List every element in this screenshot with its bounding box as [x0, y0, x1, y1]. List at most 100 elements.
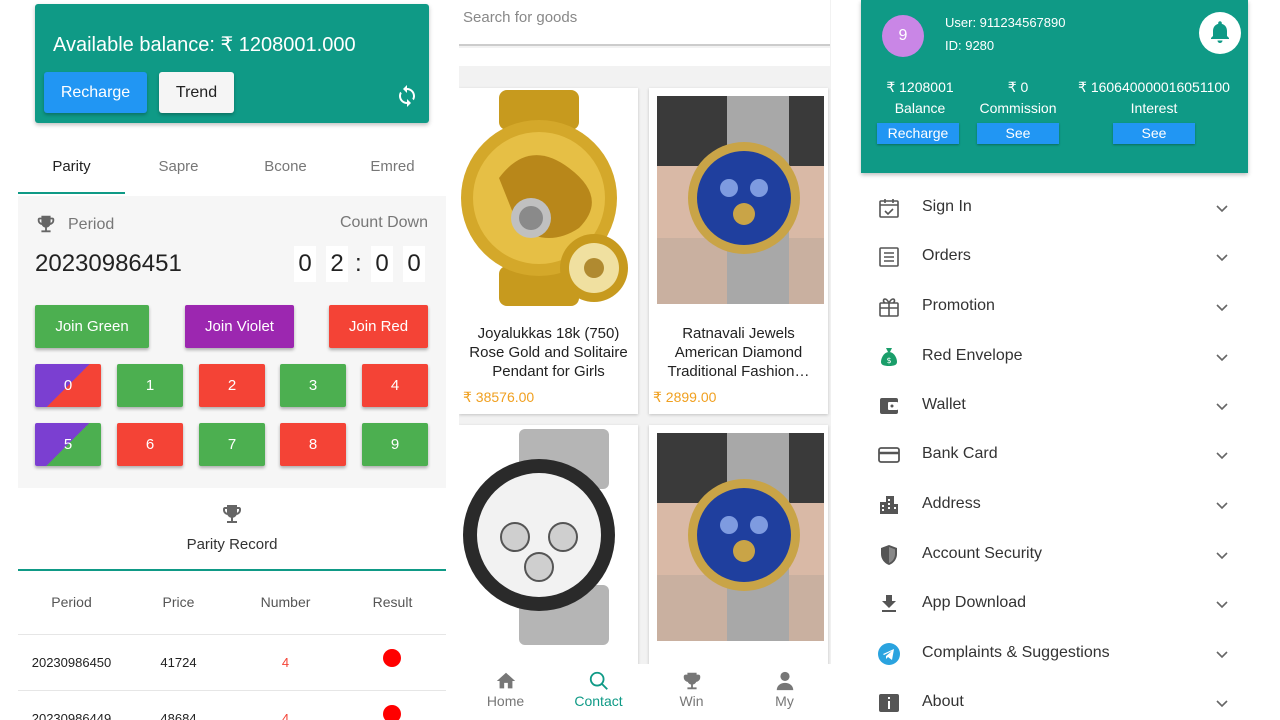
- menu-label: Bank Card: [922, 445, 998, 462]
- number-button-1[interactable]: 1: [117, 364, 183, 407]
- number-button-7[interactable]: 7: [199, 423, 265, 466]
- parity-record-title: Parity Record: [186, 536, 278, 553]
- profile-panel: 9 User: 911234567890 ID: 9280 ₹ 1208001 …: [861, 0, 1248, 720]
- nav-label: Home: [486, 693, 525, 709]
- number-button-4[interactable]: 4: [362, 364, 428, 407]
- bell-icon: [1211, 21, 1229, 43]
- countdown-colon: :: [355, 250, 362, 277]
- trophy-icon: [37, 215, 55, 233]
- calendar-check-icon: [879, 199, 899, 218]
- trend-button[interactable]: Trend: [159, 72, 234, 113]
- menu-label: Sign In: [922, 198, 972, 215]
- countdown-digit: 2: [326, 246, 348, 282]
- menu-item-red-envelope[interactable]: $ Red Envelope: [861, 333, 1248, 381]
- tab-parity[interactable]: Parity: [18, 148, 125, 194]
- number-button-6[interactable]: 6: [117, 423, 183, 466]
- person-icon: [776, 671, 793, 691]
- number-button-0[interactable]: 0: [35, 364, 101, 407]
- join-violet-button[interactable]: Join Violet: [185, 305, 294, 348]
- list-icon: [879, 247, 899, 267]
- record-price: 48684: [160, 711, 197, 720]
- join-green-button[interactable]: Join Green: [35, 305, 149, 348]
- silver-watch-image: [459, 425, 638, 647]
- avatar[interactable]: 9: [882, 15, 924, 57]
- stat-value: ₹ 160640000016051100: [1078, 79, 1230, 95]
- period-label: Period: [68, 216, 115, 233]
- menu-item-account-security[interactable]: Account Security: [861, 531, 1248, 579]
- number-button-9[interactable]: 9: [362, 423, 428, 466]
- number-button-2[interactable]: 2: [199, 364, 265, 407]
- stat-label: Commission: [979, 100, 1057, 116]
- bottom-navigation: Home Contact Win My: [459, 664, 831, 720]
- column-header: Number: [260, 594, 311, 610]
- chevron-down-icon: [1216, 403, 1228, 411]
- search-input[interactable]: Search for goods: [459, 0, 830, 46]
- stat-balance: ₹ 1208001 Balance: [872, 78, 968, 120]
- menu-item-complaints[interactable]: Complaints & Suggestions: [861, 630, 1248, 678]
- commission-see-button[interactable]: See: [977, 123, 1059, 144]
- join-red-button[interactable]: Join Red: [329, 305, 428, 348]
- recharge-button[interactable]: Recharge: [44, 72, 147, 113]
- wallet-icon: [880, 398, 898, 414]
- product-price: ₹ 2899.00: [653, 389, 717, 405]
- product-card[interactable]: [649, 425, 828, 665]
- user-phone: User: 911234567890: [945, 15, 1066, 30]
- chevron-down-icon: [1216, 601, 1228, 609]
- tab-emred[interactable]: Emred: [339, 148, 446, 194]
- menu-label: Orders: [922, 247, 971, 264]
- nav-home[interactable]: Home: [459, 670, 552, 709]
- table-row: 20230986449 48684 4: [18, 691, 446, 720]
- menu-item-about[interactable]: About: [861, 679, 1248, 720]
- home-icon: [496, 672, 515, 689]
- product-name: Joyalukkas 18k (750) Rose Gold and Solit…: [469, 325, 628, 380]
- stat-label: Balance: [894, 100, 946, 116]
- tab-bcone[interactable]: Bcone: [232, 148, 339, 194]
- result-red-dot: [383, 705, 401, 720]
- menu-item-address[interactable]: Address: [861, 481, 1248, 529]
- telegram-icon: [878, 643, 900, 665]
- trophy-icon: [683, 672, 700, 690]
- menu-label: Wallet: [922, 396, 966, 413]
- number-button-3[interactable]: 3: [280, 364, 346, 407]
- number-button-8[interactable]: 8: [280, 423, 346, 466]
- shop-panel: Search for goods Joyalukkas 18k (750) Ro…: [459, 0, 831, 720]
- menu-item-promotion[interactable]: Promotion: [861, 283, 1248, 331]
- menu-item-orders[interactable]: Orders: [861, 233, 1248, 281]
- menu-item-sign-in[interactable]: Sign In: [861, 184, 1248, 232]
- product-card[interactable]: Ratnavali Jewels American Diamond Tradit…: [649, 88, 828, 414]
- notification-button[interactable]: [1199, 12, 1241, 54]
- menu-item-app-download[interactable]: App Download: [861, 580, 1248, 628]
- building-icon: [880, 496, 898, 514]
- shield-icon: [881, 545, 897, 565]
- number-button-5[interactable]: 5: [35, 423, 101, 466]
- column-header: Price: [162, 594, 195, 610]
- table-row: 20230986450 41724 4: [18, 635, 446, 691]
- menu-item-wallet[interactable]: Wallet: [861, 382, 1248, 430]
- menu-label: About: [922, 693, 964, 710]
- trophy-icon: [223, 505, 241, 523]
- menu-label: Account Security: [922, 545, 1043, 562]
- chevron-down-icon: [1216, 304, 1228, 312]
- profile-card: 9 User: 911234567890 ID: 9280 ₹ 1208001 …: [861, 0, 1248, 173]
- product-name: Ratnavali Jewels American Diamond Tradit…: [667, 325, 810, 380]
- product-price: ₹ 38576.00: [463, 389, 535, 405]
- nav-win[interactable]: Win: [645, 670, 738, 709]
- nav-label: Contact: [574, 693, 623, 709]
- nav-contact[interactable]: Contact: [552, 670, 645, 709]
- balance-card: Available balance: ₹ 1208001.000 Recharg…: [35, 4, 429, 123]
- refresh-icon[interactable]: [395, 84, 419, 108]
- game-tabs: Parity Sapre Bcone Emred: [18, 148, 446, 196]
- profile-recharge-button[interactable]: Recharge: [877, 123, 959, 144]
- stat-label: Interest: [1130, 100, 1178, 116]
- record-table-header: Period Price Number Result: [18, 575, 446, 635]
- interest-see-button[interactable]: See: [1113, 123, 1195, 144]
- countdown-digit: 0: [403, 246, 425, 282]
- product-card[interactable]: Joyalukkas 18k (750) Rose Gold and Solit…: [459, 88, 638, 414]
- menu-item-bank-card[interactable]: Bank Card: [861, 431, 1248, 479]
- chevron-down-icon: [1216, 700, 1228, 708]
- tab-sapre[interactable]: Sapre: [125, 148, 232, 194]
- product-card[interactable]: [459, 425, 638, 665]
- nav-my[interactable]: My: [738, 670, 831, 709]
- search-icon: [589, 671, 608, 690]
- app-root: Available balance: ₹ 1208001.000 Recharg…: [0, 0, 1280, 720]
